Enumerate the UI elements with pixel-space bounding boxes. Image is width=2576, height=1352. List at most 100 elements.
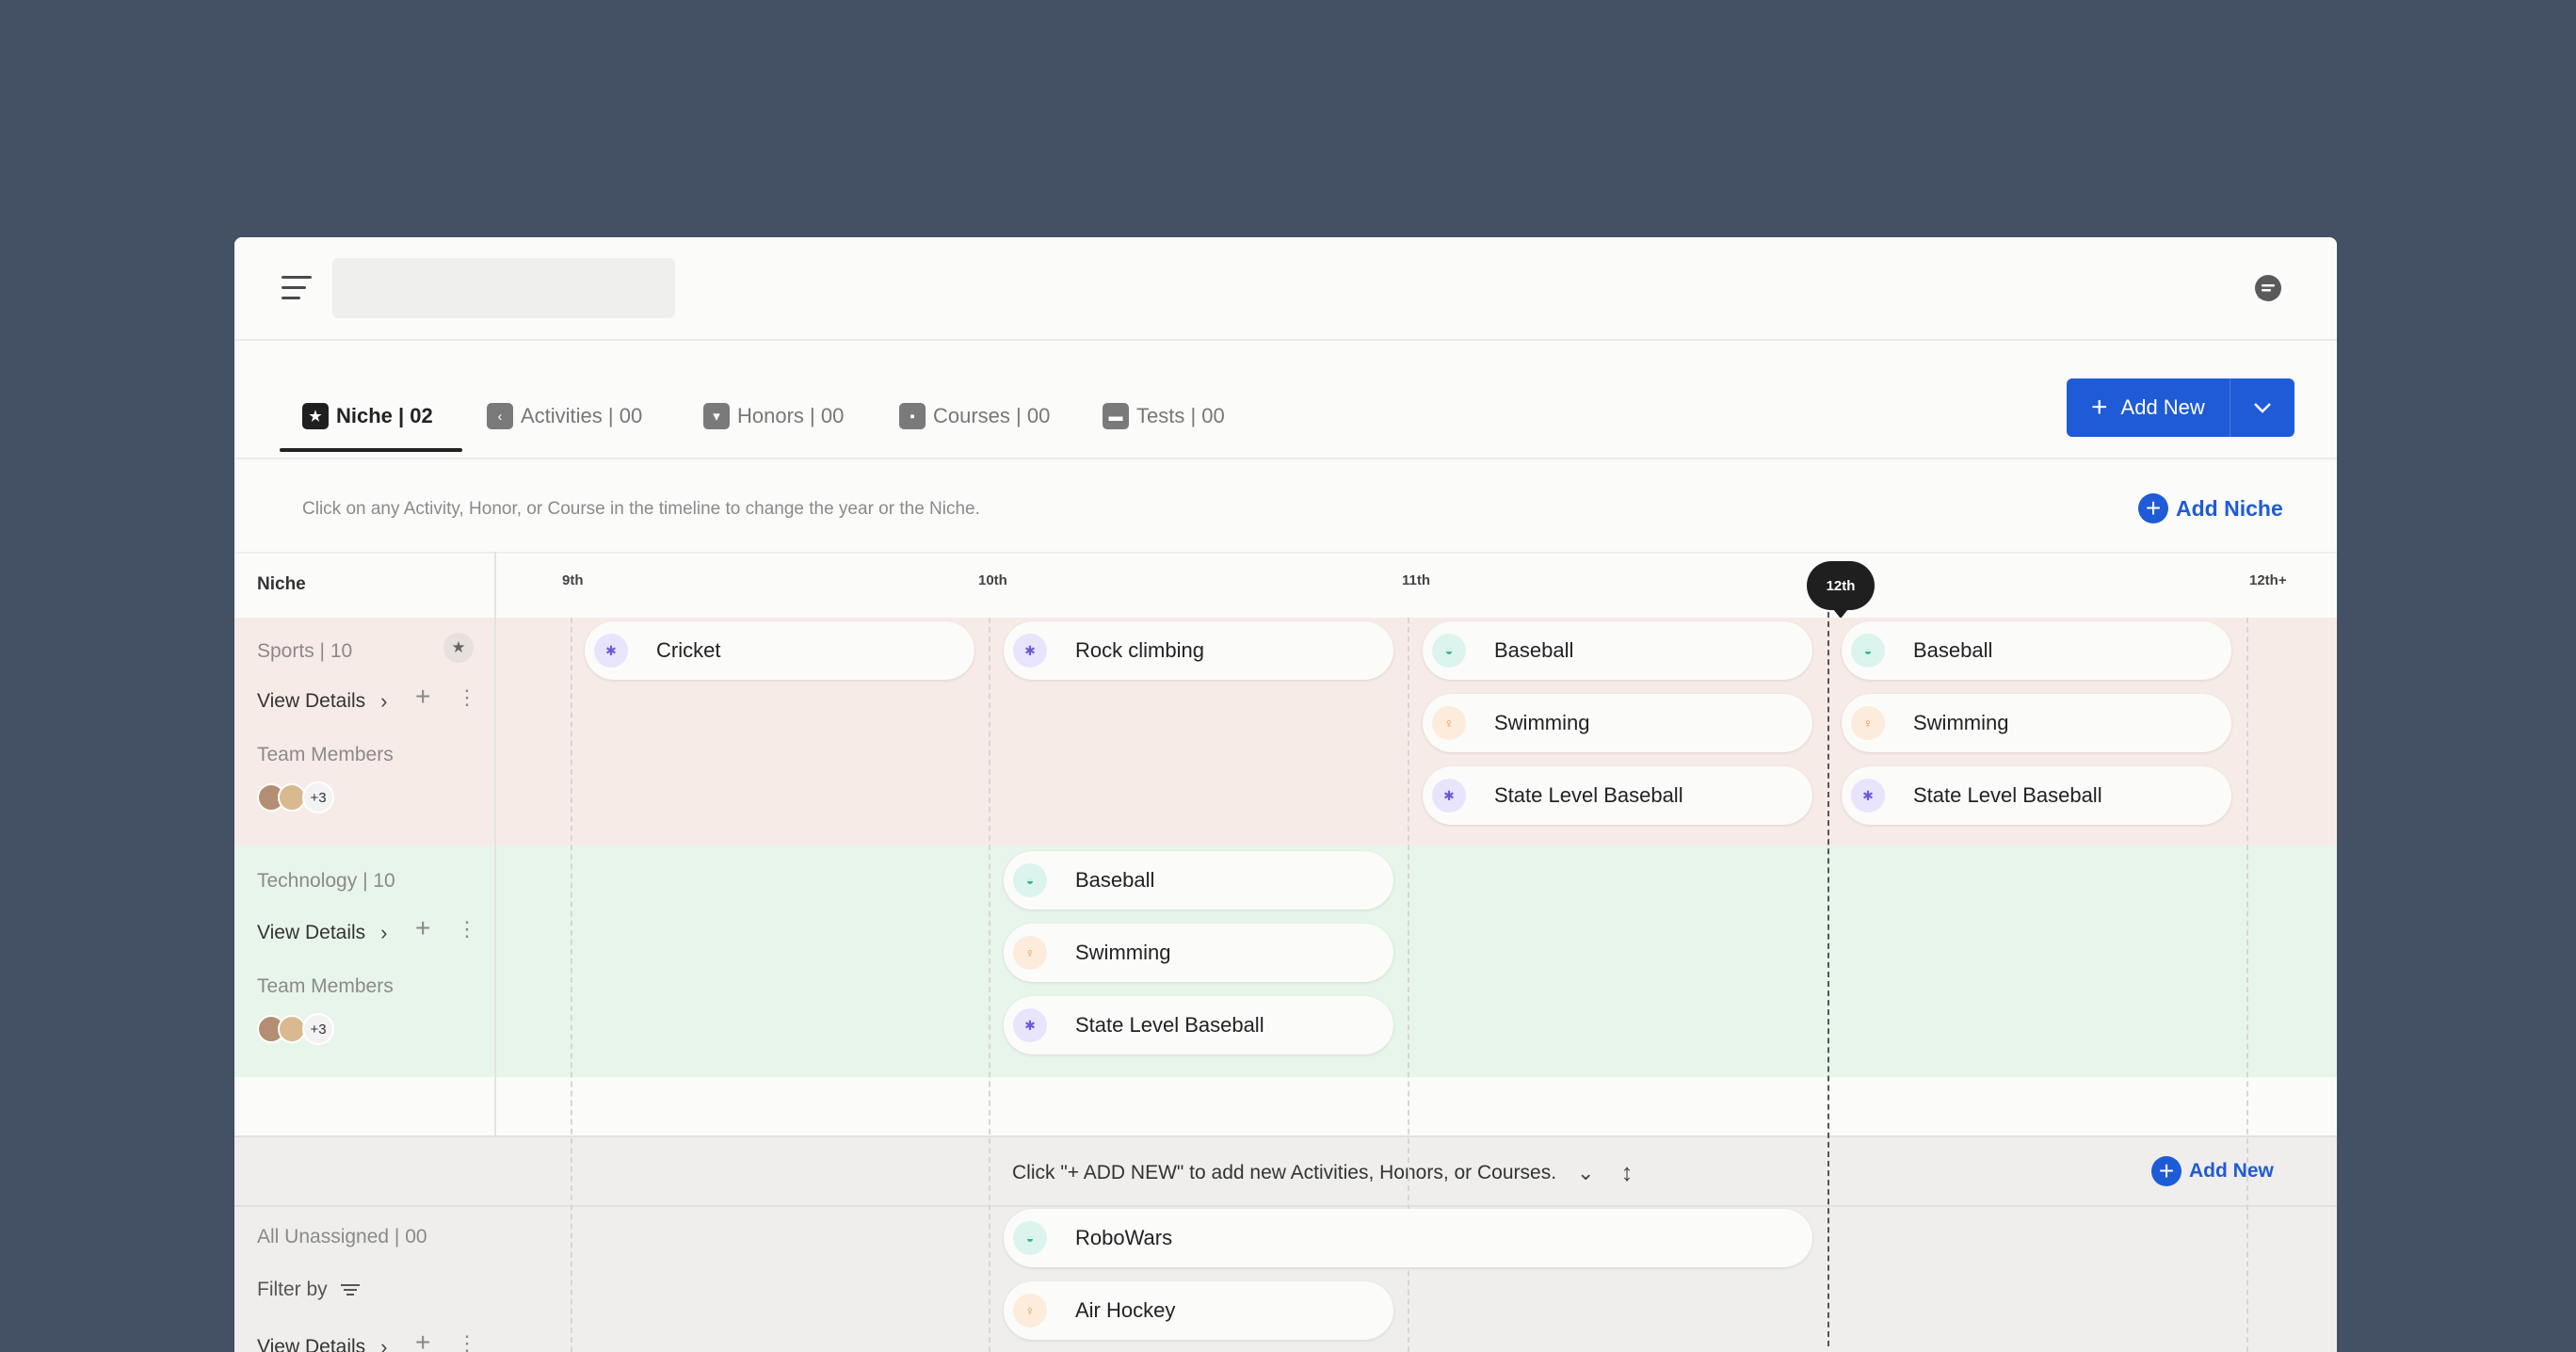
- tab-label: Honors | 00: [737, 404, 845, 427]
- add-new-link-label: Add New: [2189, 1160, 2274, 1182]
- activity-icon: ✱: [1432, 779, 1466, 813]
- activity-chip[interactable]: ♀ Air Hockey: [1004, 1281, 1393, 1340]
- view-details-link[interactable]: View Details ›: [257, 921, 388, 945]
- activity-icon: ✱: [594, 634, 628, 668]
- filter-icon: [340, 1281, 360, 1298]
- add-circle-icon: +: [2151, 1156, 2182, 1186]
- active-tab-indicator: [280, 448, 462, 452]
- activity-chip[interactable]: ♀ Swimming: [1004, 924, 1393, 982]
- grade-line-10th: [989, 618, 990, 1352]
- add-new-button[interactable]: + Add New: [2067, 378, 2294, 437]
- view-details-link[interactable]: View Details ›: [257, 1335, 388, 1352]
- grade-12th-plus: 12th+: [2249, 572, 2287, 588]
- activity-chip[interactable]: ✱ State Level Baseball: [1004, 996, 1393, 1054]
- activity-chip[interactable]: ◒ Baseball: [1423, 621, 1812, 680]
- tests-icon: ▬: [1103, 403, 1129, 429]
- empty-row: [234, 1077, 2337, 1135]
- activity-chip[interactable]: ✱ Rock climbing: [1004, 621, 1393, 680]
- filter-by-control[interactable]: Filter by: [257, 1279, 360, 1301]
- view-details-label: View Details: [257, 690, 366, 712]
- grade-9th: 9th: [562, 572, 584, 588]
- activities-icon: ‹: [487, 403, 513, 429]
- tab-courses[interactable]: ▪ Courses | 00: [899, 397, 1050, 435]
- add-icon[interactable]: +: [415, 915, 430, 942]
- add-niche-button[interactable]: + Add Niche: [2138, 493, 2283, 523]
- activity-chip[interactable]: ✱ State Level Baseball: [1842, 766, 2231, 825]
- activity-icon: ♀: [1013, 936, 1047, 970]
- activity-chip[interactable]: ◒ Baseball: [1004, 851, 1393, 909]
- honors-icon: ▾: [703, 403, 730, 429]
- tab-bar: ★ Niche | 02 ‹ Activities | 00 ▾ Honors …: [234, 341, 2337, 459]
- activity-icon: ◒: [1013, 863, 1047, 897]
- star-icon[interactable]: ★: [443, 633, 474, 663]
- add-new-info-text: Click "+ ADD NEW" to add new Activities,…: [1012, 1161, 1557, 1183]
- activity-chip[interactable]: ◒ RoboWars: [1004, 1209, 1812, 1267]
- niche-column-label: Niche: [257, 574, 306, 594]
- team-avatars[interactable]: +3: [257, 781, 334, 813]
- tab-tests[interactable]: ▬ Tests | 00: [1103, 397, 1225, 435]
- view-details-label: View Details: [257, 922, 366, 943]
- grade-11th: 11th: [1402, 572, 1431, 588]
- add-new-label: Add New: [2120, 395, 2205, 419]
- add-new-link[interactable]: + Add New: [2151, 1156, 2274, 1186]
- activity-chip[interactable]: ◒ Baseball: [1842, 621, 2231, 680]
- hint-text: Click on any Activity, Honor, or Course …: [302, 499, 980, 519]
- team-members-label: Team Members: [257, 975, 394, 997]
- more-options-icon[interactable]: ⋮: [457, 919, 477, 940]
- activity-icon: ♀: [1851, 706, 1885, 740]
- view-details-label: View Details: [257, 1336, 366, 1352]
- chevron-right-icon: ›: [380, 921, 388, 944]
- niche-title: Technology | 10: [257, 870, 395, 892]
- grade-line-current: [1827, 612, 1829, 1346]
- chip-label: Cricket: [656, 638, 721, 662]
- menu-icon[interactable]: [282, 276, 312, 300]
- chip-label: RoboWars: [1075, 1226, 1173, 1249]
- tab-honors[interactable]: ▾ Honors | 00: [703, 397, 844, 435]
- avatar-overflow-count: +3: [302, 781, 334, 813]
- search-placeholder-box[interactable]: [332, 258, 675, 318]
- top-bar: [234, 237, 2337, 341]
- chip-label: State Level Baseball: [1913, 783, 2102, 807]
- add-icon[interactable]: +: [415, 1329, 430, 1352]
- tab-label: Activities | 00: [521, 404, 643, 427]
- grade-line-12th-plus: [2246, 618, 2248, 1352]
- tab-niche[interactable]: ★ Niche | 02: [302, 397, 433, 435]
- more-options-icon[interactable]: ⋮: [457, 1333, 477, 1352]
- add-new-dropdown[interactable]: [2230, 378, 2294, 437]
- team-members-label: Team Members: [257, 744, 394, 765]
- chat-icon[interactable]: [2252, 273, 2284, 305]
- chip-label: Swimming: [1913, 711, 2009, 734]
- niche-title: Sports | 10: [257, 640, 353, 662]
- chevron-down-icon[interactable]: ⌄: [1577, 1161, 1594, 1185]
- chip-label: Baseball: [1494, 638, 1574, 662]
- chip-label: Air Hockey: [1075, 1298, 1176, 1322]
- resize-vertical-icon[interactable]: ↕: [1620, 1158, 1633, 1187]
- activity-chip[interactable]: ✱ State Level Baseball: [1423, 766, 1812, 825]
- grade-10th: 10th: [978, 572, 1007, 588]
- activity-icon: ◒: [1013, 1221, 1047, 1255]
- niche-column-divider: [494, 552, 496, 1135]
- tab-label: Niche | 02: [336, 404, 433, 427]
- courses-icon: ▪: [899, 403, 926, 429]
- filter-by-label: Filter by: [257, 1279, 328, 1300]
- current-grade-marker[interactable]: 12th: [1807, 561, 1875, 619]
- activity-chip[interactable]: ♀ Swimming: [1423, 694, 1812, 752]
- chevron-right-icon: ›: [380, 689, 388, 713]
- chip-label: Baseball: [1075, 868, 1155, 892]
- chip-label: State Level Baseball: [1494, 783, 1683, 807]
- team-avatars[interactable]: +3: [257, 1013, 334, 1045]
- activity-chip[interactable]: ✱ Cricket: [585, 621, 974, 680]
- activity-chip[interactable]: ♀ Swimming: [1842, 694, 2231, 752]
- activity-icon: ♀: [1432, 706, 1466, 740]
- tab-activities[interactable]: ‹ Activities | 00: [487, 397, 642, 435]
- chevron-right-icon: ›: [380, 1335, 388, 1352]
- more-options-icon[interactable]: ⋮: [457, 687, 477, 708]
- chip-label: Rock climbing: [1075, 638, 1204, 662]
- tab-label: Courses | 00: [933, 404, 1051, 427]
- chip-label: State Level Baseball: [1075, 1013, 1264, 1037]
- hint-row: Click on any Activity, Honor, or Course …: [234, 461, 2337, 552]
- activity-icon: ✱: [1851, 779, 1885, 813]
- add-icon[interactable]: +: [415, 684, 430, 710]
- grade-line-9th: [571, 618, 572, 1352]
- view-details-link[interactable]: View Details ›: [257, 689, 388, 714]
